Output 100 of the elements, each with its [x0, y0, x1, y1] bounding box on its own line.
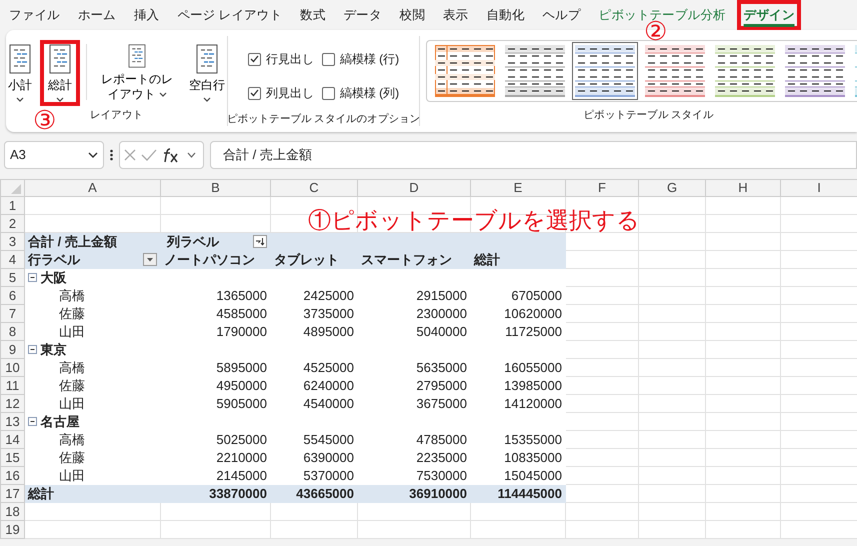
row-header[interactable]: 17	[0, 484, 24, 502]
checkbox[interactable]: 列見出し	[248, 84, 314, 102]
name-box[interactable]: A3	[4, 141, 104, 169]
cancel-icon	[123, 148, 137, 162]
column-header[interactable]: G	[638, 180, 706, 196]
caret-icon	[203, 97, 211, 102]
dropdown-icon[interactable]	[143, 253, 157, 266]
group-label: ピボットテーブル スタイルのオプション	[226, 112, 420, 127]
layout-icon	[49, 44, 71, 74]
row-header[interactable]: 4	[0, 250, 24, 268]
formula-field[interactable]: 合計 / 売上金額	[210, 141, 857, 169]
table-cell: 山田	[24, 322, 160, 340]
group-label: レイアウト	[90, 108, 143, 124]
table-style-swatch[interactable]	[502, 42, 568, 100]
table-cell: 2795000	[358, 376, 470, 394]
ribbon-button[interactable]: レポートのレ イアウト	[93, 40, 181, 106]
table-cell: 11725000	[470, 322, 566, 340]
table-cell: 5040000	[358, 322, 470, 340]
table-cell: 佐藤	[24, 448, 160, 466]
row-header[interactable]: 7	[0, 304, 24, 322]
checkbox[interactable]: 縞模様 (列)	[322, 84, 400, 102]
row-header[interactable]: 14	[0, 430, 24, 448]
table-cell: 2300000	[358, 304, 470, 322]
table-cell: 10835000	[470, 448, 566, 466]
row-header[interactable]: 6	[0, 286, 24, 304]
table-cell: 5635000	[358, 358, 470, 376]
table-cell: 15355000	[470, 430, 566, 448]
row-header[interactable]: 5	[0, 268, 24, 286]
table-cell: 5905000	[160, 394, 270, 412]
menu-tab[interactable]: ページ レイアウト	[170, 0, 290, 30]
row-header[interactable]: 1	[0, 196, 24, 214]
menu-tab[interactable]: ファイル	[2, 0, 67, 30]
filter-button-icon[interactable]	[253, 235, 267, 248]
menu-tab[interactable]: 数式	[293, 0, 333, 30]
row-header[interactable]: 15	[0, 448, 24, 466]
table-cell: 33870000	[160, 484, 270, 502]
menu-tab[interactable]: データ	[336, 0, 389, 30]
table-style-swatch[interactable]	[782, 42, 848, 100]
table-cell-text: 列ラベル	[166, 234, 219, 250]
table-cell: 3735000	[270, 304, 358, 322]
table-cell: 6390000	[270, 448, 358, 466]
row-header[interactable]: 10	[0, 358, 24, 376]
table-cell: 合計 / 売上金額	[24, 232, 160, 250]
row-header[interactable]: 9	[0, 340, 24, 358]
column-header[interactable]: I	[780, 180, 857, 196]
menu-tab[interactable]: 表示	[436, 0, 476, 30]
table-cell: 佐藤	[24, 376, 160, 394]
table-cell: 6240000	[270, 376, 358, 394]
table-style-swatch[interactable]	[712, 42, 778, 100]
column-header[interactable]: B	[160, 180, 270, 196]
annotation-text: ①ピボットテーブルを選択する	[308, 206, 640, 235]
menu-tab[interactable]: 校閲	[392, 0, 432, 30]
table-style-swatch[interactable]	[572, 42, 638, 100]
table-style-swatch[interactable]	[642, 42, 708, 100]
ribbon-button[interactable]: 空白行	[181, 40, 233, 106]
collapse-icon[interactable]	[28, 345, 37, 354]
table-cell: 43665000	[270, 484, 358, 502]
ribbon-button[interactable]: 総計	[40, 40, 80, 106]
column-header[interactable]: D	[358, 180, 470, 196]
row-header[interactable]: 8	[0, 322, 24, 340]
more-icon	[110, 149, 113, 161]
row-header[interactable]: 3	[0, 232, 24, 250]
column-header[interactable]: F	[566, 180, 638, 196]
collapse-icon[interactable]	[28, 417, 37, 426]
menu-tab[interactable]: 挿入	[126, 0, 166, 30]
chevron-icon	[187, 152, 196, 158]
table-cell: 13985000	[470, 376, 566, 394]
caret-icon	[16, 97, 24, 102]
table-cell: 16055000	[470, 358, 566, 376]
column-header[interactable]: C	[270, 180, 358, 196]
checkbox[interactable]: 行見出し	[248, 50, 314, 68]
column-header[interactable]: E	[470, 180, 566, 196]
row-header[interactable]: 16	[0, 466, 24, 484]
column-header[interactable]: H	[706, 180, 780, 196]
table-cell: 114445000	[470, 484, 566, 502]
table-cell: 4525000	[270, 358, 358, 376]
menu-tab[interactable]: 自動化	[479, 0, 532, 30]
row-header[interactable]: 2	[0, 214, 24, 232]
table-cell: 4895000	[270, 322, 358, 340]
collapse-icon[interactable]	[28, 273, 37, 282]
table-cell: 名古屋	[40, 414, 80, 430]
menu-tab[interactable]: ホーム	[70, 0, 123, 30]
caret-icon	[158, 92, 167, 97]
layout-icon	[9, 44, 31, 74]
menu-tab[interactable]: ヘルプ	[536, 0, 588, 30]
table-cell: 高橋	[24, 358, 160, 376]
row-header[interactable]: 19	[0, 520, 24, 538]
row-header[interactable]: 13	[0, 412, 24, 430]
table-cell: 大阪	[40, 270, 66, 286]
checkbox[interactable]: 縞模様 (行)	[322, 50, 400, 68]
table-style-swatch[interactable]	[432, 42, 498, 100]
row-header[interactable]: 18	[0, 502, 24, 520]
column-header[interactable]: A	[24, 180, 160, 196]
ribbon-button[interactable]: 小計	[0, 40, 40, 106]
row-header[interactable]: 11	[0, 376, 24, 394]
table-cell: 36910000	[358, 484, 470, 502]
check-icon	[250, 89, 259, 97]
row-header[interactable]: 12	[0, 394, 24, 412]
table-cell: 4950000	[160, 376, 270, 394]
table-cell: 2425000	[270, 286, 358, 304]
